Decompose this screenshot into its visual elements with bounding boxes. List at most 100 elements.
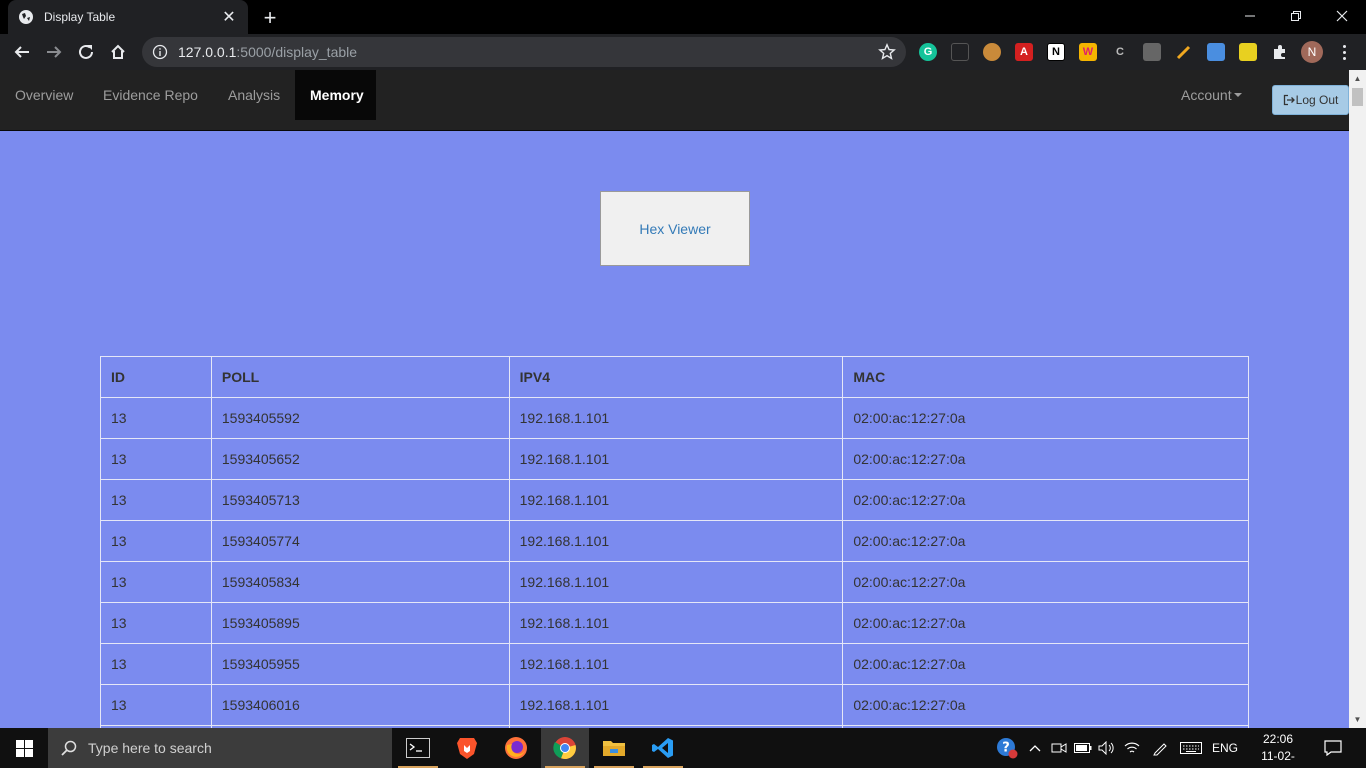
- brave-icon[interactable]: [443, 728, 491, 768]
- firefox-icon[interactable]: [492, 728, 540, 768]
- browser-tab[interactable]: Display Table ✕: [8, 0, 248, 34]
- window-close-icon[interactable]: [1319, 0, 1365, 32]
- cell-id: 13: [100, 397, 212, 439]
- vscode-icon[interactable]: [639, 728, 687, 768]
- profile-avatar[interactable]: N: [1301, 41, 1323, 63]
- note-icon[interactable]: [1207, 43, 1225, 61]
- caret-down-icon: [1233, 93, 1242, 97]
- scroll-down-icon[interactable]: ▼: [1349, 711, 1366, 728]
- table-row: 13 1593405834 192.168.1.101 02:00:ac:12:…: [100, 561, 1249, 603]
- cookie-icon[interactable]: [983, 43, 1001, 61]
- account-label: Account: [1181, 87, 1232, 103]
- cell-id: 13: [100, 684, 212, 726]
- close-tab-icon[interactable]: ✕: [220, 8, 238, 26]
- cell-mac: 02:00:ac:12:27:0a: [842, 397, 1249, 439]
- browser-titlebar: Display Table ✕ +: [0, 0, 1366, 34]
- meet-now-icon[interactable]: [1048, 728, 1070, 768]
- new-tab-icon[interactable]: +: [258, 5, 282, 30]
- help-notification-icon[interactable]: ?: [994, 728, 1020, 768]
- touch-keyboard-icon[interactable]: [1176, 728, 1206, 768]
- taskbar-clock[interactable]: 22:06 11-02-2021: [1248, 731, 1308, 768]
- taskbar-search-box[interactable]: Type here to search: [48, 728, 392, 768]
- table-row: 13 1593405592 192.168.1.101 02:00:ac:12:…: [100, 397, 1249, 439]
- notification-center-icon[interactable]: [1318, 728, 1348, 768]
- stack-icon[interactable]: [1143, 43, 1161, 61]
- c-icon[interactable]: C: [1111, 43, 1129, 61]
- browser-menu-icon[interactable]: [1334, 42, 1354, 62]
- chrome-icon[interactable]: [541, 728, 589, 768]
- page-scrollbar[interactable]: ▲ ▼: [1349, 70, 1366, 728]
- cell-poll: 1593405713: [210, 479, 510, 521]
- clock-date: 11-02-2021: [1261, 749, 1295, 768]
- cell-ipv4: 192.168.1.101: [508, 397, 844, 439]
- minimize-icon[interactable]: [1227, 0, 1273, 32]
- logout-icon: [1283, 94, 1295, 106]
- nav-analysis[interactable]: Analysis: [213, 70, 295, 120]
- cell-id: 13: [100, 438, 212, 480]
- logout-button[interactable]: Log Out: [1272, 85, 1349, 115]
- cell-poll: 1593405652: [210, 438, 510, 480]
- input-language[interactable]: ENG: [1208, 728, 1242, 768]
- show-hidden-icons-chevron-icon[interactable]: [1025, 728, 1045, 768]
- hex-viewer-button[interactable]: Hex Viewer: [600, 191, 750, 266]
- grammarly-icon[interactable]: G: [919, 43, 937, 61]
- cell-poll: 1593406016: [210, 684, 510, 726]
- account-dropdown[interactable]: Account: [1166, 70, 1257, 120]
- file-explorer-icon[interactable]: [590, 728, 638, 768]
- cell-id: 13: [100, 520, 212, 562]
- pencil-icon[interactable]: [1175, 43, 1193, 61]
- header-id: ID: [100, 356, 212, 398]
- table-row: 13 1593405713 192.168.1.101 02:00:ac:12:…: [100, 479, 1249, 521]
- pen-ink-icon[interactable]: [1148, 728, 1172, 768]
- cell-poll: 1593405955: [210, 643, 510, 685]
- reload-icon[interactable]: [72, 38, 100, 66]
- header-ipv4: IPV4: [508, 356, 844, 398]
- cell-poll: 1593405592: [210, 397, 510, 439]
- battery-icon[interactable]: [1072, 728, 1094, 768]
- table-row: 13 1593405652 192.168.1.101 02:00:ac:12:…: [100, 438, 1249, 480]
- windows-start-icon[interactable]: [0, 728, 48, 768]
- info-icon[interactable]: [152, 44, 168, 60]
- nav-overview[interactable]: Overview: [0, 70, 88, 120]
- cell-ipv4: 192.168.1.101: [508, 684, 844, 726]
- forward-arrow-icon[interactable]: [40, 38, 68, 66]
- url-path: :5000/display_table: [236, 44, 358, 60]
- notion-icon[interactable]: N: [1047, 43, 1065, 61]
- cell-mac: 02:00:ac:12:27:0a: [842, 643, 1249, 685]
- grid-icon[interactable]: [951, 43, 969, 61]
- clock-time: 22:06: [1262, 732, 1294, 746]
- puzzle-icon[interactable]: [1271, 43, 1289, 61]
- cell-id: 13: [100, 561, 212, 603]
- cell-mac: 02:00:ac:12:27:0a: [842, 520, 1249, 562]
- volume-icon[interactable]: [1096, 728, 1118, 768]
- address-bar[interactable]: 127.0.0.1:5000/display_table: [142, 37, 906, 67]
- nav-evidence-repo[interactable]: Evidence Repo: [88, 70, 213, 120]
- bookmark-star-icon[interactable]: [878, 43, 896, 61]
- restore-icon[interactable]: [1273, 0, 1319, 32]
- app-navbar: Overview Evidence Repo Analysis Memory A…: [0, 70, 1349, 131]
- w-icon[interactable]: W: [1079, 43, 1097, 61]
- table-header-row: ID POLL IPV4 MAC: [100, 356, 1249, 398]
- yellow-ext-icon[interactable]: [1239, 43, 1257, 61]
- home-icon[interactable]: [104, 38, 132, 66]
- cell-ipv4: 192.168.1.101: [508, 479, 844, 521]
- url-text: 127.0.0.1:5000/display_table: [178, 44, 357, 60]
- terminal-icon[interactable]: [394, 728, 442, 768]
- screen: Display Table ✕ + 127.0.0.1:5000/display…: [0, 0, 1366, 768]
- table-row: 13 1593406016 192.168.1.101 02:00:ac:12:…: [100, 684, 1249, 726]
- cell-poll: 1593405774: [210, 520, 510, 562]
- cell-mac: 02:00:ac:12:27:0a: [842, 602, 1249, 644]
- wifi-icon[interactable]: [1120, 728, 1144, 768]
- table-row: 13 1593405895 192.168.1.101 02:00:ac:12:…: [100, 602, 1249, 644]
- cell-id: 13: [100, 479, 212, 521]
- cell-mac: 02:00:ac:12:27:0a: [842, 684, 1249, 726]
- cell-ipv4: 192.168.1.101: [508, 602, 844, 644]
- pdf-icon[interactable]: A: [1015, 43, 1033, 61]
- scroll-up-icon[interactable]: ▲: [1349, 70, 1366, 87]
- back-arrow-icon[interactable]: [8, 38, 36, 66]
- data-table: ID POLL IPV4 MAC 13 1593405592 192.168.1…: [100, 356, 1249, 728]
- cell-mac: 02:00:ac:12:27:0a: [842, 479, 1249, 521]
- nav-memory[interactable]: Memory: [295, 70, 376, 120]
- browser-toolbar: 127.0.0.1:5000/display_table G A N W C N: [0, 34, 1366, 70]
- scrollbar-thumb[interactable]: [1352, 88, 1363, 106]
